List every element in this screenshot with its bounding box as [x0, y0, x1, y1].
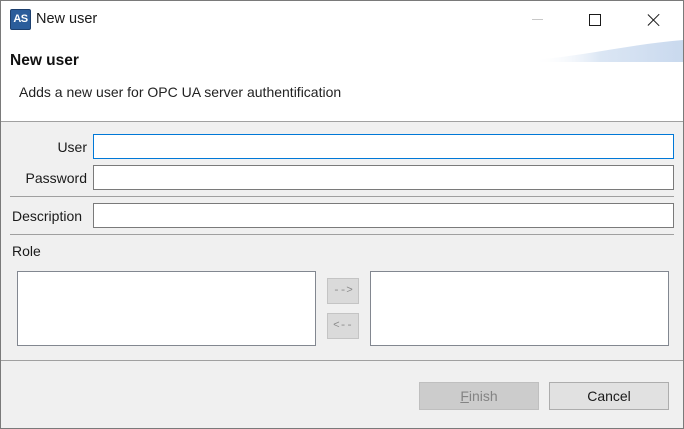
user-input[interactable] [93, 134, 674, 159]
maximize-button[interactable] [566, 1, 624, 38]
remove-role-button[interactable]: <-- [327, 313, 359, 339]
minimize-button [508, 1, 566, 38]
available-roles-list[interactable] [17, 271, 316, 346]
window-title: New user [36, 11, 98, 27]
button-bar-separator [1, 360, 683, 361]
wizard-banner: New user Adds a new user for OPC UA serv… [1, 38, 683, 121]
user-label: User [57, 139, 87, 155]
maximize-icon [589, 13, 601, 26]
minimize-icon [531, 19, 543, 20]
finish-label: inish [468, 388, 498, 404]
role-label: Role [12, 243, 41, 259]
close-button[interactable] [625, 1, 683, 38]
description-label: Description [12, 208, 83, 224]
banner-separator [1, 121, 683, 122]
page-title: New user [10, 52, 79, 69]
assigned-roles-list[interactable] [370, 271, 669, 346]
banner-decoration [533, 40, 683, 62]
close-icon [647, 13, 661, 27]
description-input[interactable] [93, 203, 674, 228]
finish-button[interactable]: Finish [419, 382, 539, 410]
add-role-button[interactable]: --> [327, 278, 359, 304]
finish-mnemonic: F [460, 388, 469, 404]
title-bar[interactable]: AS New user [1, 1, 683, 38]
separator [10, 234, 674, 235]
new-user-dialog: AS New user New user Adds a new user for… [0, 0, 684, 429]
password-label: Password [25, 170, 87, 186]
cancel-button[interactable]: Cancel [549, 382, 669, 410]
app-icon: AS [10, 9, 31, 30]
password-input[interactable] [93, 165, 674, 190]
separator [10, 196, 674, 197]
page-description: Adds a new user for OPC UA server authen… [19, 84, 342, 100]
